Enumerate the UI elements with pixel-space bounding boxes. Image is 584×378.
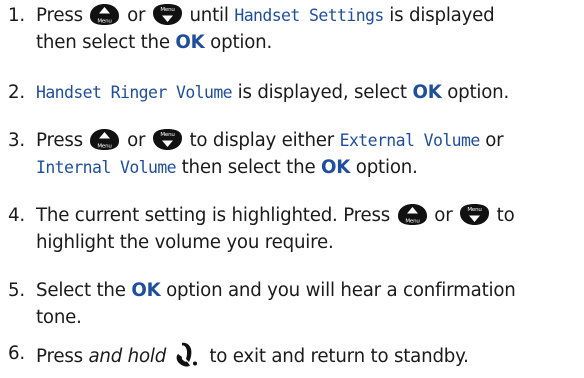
step-text: Press Menu or Menu to display either Ext… xyxy=(36,127,584,181)
text: The current setting is highlighted. Pres… xyxy=(36,205,391,226)
step-number: 2. xyxy=(8,82,25,103)
svg-text:Menu: Menu xyxy=(98,19,112,25)
display-text: External Volume xyxy=(339,131,481,150)
step-text: The current setting is highlighted. Pres… xyxy=(36,202,584,256)
text: is displayed, select xyxy=(237,82,407,103)
text: option. xyxy=(447,82,510,103)
step-number: 3. xyxy=(8,130,25,151)
text: then select the xyxy=(181,157,316,178)
step-text: Press Menu or Menu until Handset Setting… xyxy=(36,2,584,56)
text: or xyxy=(127,130,146,151)
svg-text:Menu: Menu xyxy=(160,132,174,138)
text: is displayed xyxy=(389,5,495,26)
step-number: 6. xyxy=(8,343,25,364)
text: highlight the volume you require. xyxy=(36,232,334,253)
step-text: Select the OK option and you will hear a… xyxy=(36,277,584,331)
step-number: 5. xyxy=(8,280,25,301)
text: option. xyxy=(355,157,418,178)
ok-option: OK xyxy=(321,157,351,178)
svg-text:Menu: Menu xyxy=(98,144,112,150)
end-call-icon xyxy=(173,340,203,370)
text: to exit and return to standby. xyxy=(209,346,469,367)
step-number: 4. xyxy=(8,205,25,226)
text: or xyxy=(434,205,453,226)
emphasis-text: and hold xyxy=(88,346,167,367)
ok-option: OK xyxy=(412,82,442,103)
ok-option: OK xyxy=(175,32,205,53)
text: Press xyxy=(36,130,83,151)
text: Press xyxy=(36,5,83,26)
up-arrow-menu-button-icon: Menu xyxy=(89,3,120,26)
display-text: Handset Settings xyxy=(234,6,384,25)
text: to display either xyxy=(189,130,335,151)
text: tone. xyxy=(36,307,82,328)
down-arrow-menu-button-icon: Menu xyxy=(152,3,183,26)
text: Select the xyxy=(36,280,126,301)
up-arrow-menu-button-icon: Menu xyxy=(397,203,428,226)
text: until xyxy=(189,5,229,26)
svg-text:Menu: Menu xyxy=(160,7,174,13)
step-number: 1. xyxy=(8,5,25,26)
svg-text:Menu: Menu xyxy=(405,219,419,225)
down-arrow-menu-button-icon: Menu xyxy=(459,203,490,226)
text: option and you will hear a confirmation xyxy=(166,280,516,301)
display-text: Handset Ringer Volume xyxy=(36,83,233,102)
ok-option: OK xyxy=(131,280,161,301)
down-arrow-menu-button-icon: Menu xyxy=(152,128,183,151)
up-arrow-menu-button-icon: Menu xyxy=(89,128,120,151)
text: option. xyxy=(210,32,273,53)
text: to xyxy=(496,205,515,226)
display-text: Internal Volume xyxy=(36,158,177,177)
step-text: Press and hold to exit and return to sta… xyxy=(36,340,584,370)
text: or xyxy=(127,5,146,26)
text: Press xyxy=(36,346,83,367)
text: or xyxy=(485,130,504,151)
text: then select the xyxy=(36,32,170,53)
svg-text:Menu: Menu xyxy=(467,207,481,213)
step-text: Handset Ringer Volume is displayed, sele… xyxy=(36,79,584,106)
